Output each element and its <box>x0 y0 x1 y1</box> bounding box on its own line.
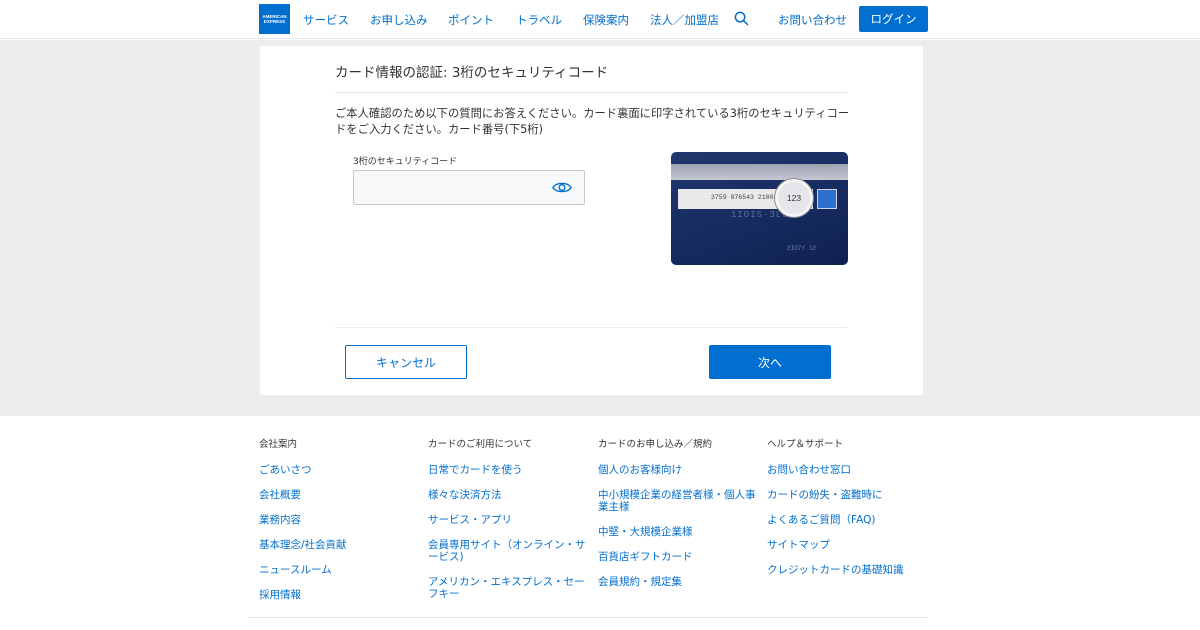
footer-heading: カードのご利用について <box>428 439 533 450</box>
nav-points[interactable]: ポイント <box>448 12 494 28</box>
site-header: AMERICAN EXPRESS サービス お申し込み ポイント トラベル 保険… <box>0 0 1200 39</box>
nav-corporate[interactable]: 法人／加盟店 <box>650 12 719 28</box>
security-code-field[interactable] <box>353 170 585 205</box>
security-code-magnifier: 123 <box>775 179 813 217</box>
footer-link[interactable]: 業務内容 <box>259 514 424 526</box>
cancel-button[interactable]: キャンセル <box>345 345 467 379</box>
nav-services[interactable]: サービス <box>303 12 349 28</box>
amex-mini-logo-icon <box>817 189 837 209</box>
footer-link[interactable]: 日常でカードを使う <box>428 464 588 476</box>
footer-link[interactable]: よくあるご質問（FAQ) <box>767 514 932 526</box>
nav-contact[interactable]: お問い合わせ <box>778 12 847 28</box>
footer-link[interactable]: 中堅・大規模企業様 <box>598 526 758 538</box>
button-divider <box>335 327 847 328</box>
footer-link[interactable]: アメリカン・エキスプレス・セーフキー <box>428 576 588 600</box>
search-icon[interactable] <box>734 11 749 26</box>
footer-column-company: 会社案内 ごあいさつ 会社概要 業務内容 基本理念/社会貢献 ニュースルーム 採… <box>259 436 424 614</box>
nav-insurance[interactable]: 保険案内 <box>583 12 629 28</box>
security-code-sample: 123 <box>786 193 802 203</box>
nav-travel[interactable]: トラベル <box>516 12 562 28</box>
footer-link[interactable]: 基本理念/社会貢献 <box>259 539 424 551</box>
card-embossed-ghost-small: ƧIO7Y ƖƧ <box>787 245 816 252</box>
amex-logo[interactable]: AMERICAN EXPRESS <box>259 4 290 34</box>
footer-link[interactable]: サイトマップ <box>767 539 932 551</box>
footer-column-help: ヘルプ＆サポート お問い合わせ窓口 カードの紛失・盗難時に よくあるご質問（FA… <box>767 436 932 589</box>
footer-link[interactable]: 様々な決済方法 <box>428 489 588 501</box>
footer-link[interactable]: クレジットカードの基礎知識 <box>767 564 932 576</box>
footer-link[interactable]: 会員専用サイト（オンライン・サービス) <box>428 539 588 563</box>
card-number-text: 3759 876543 21002 <box>711 194 778 201</box>
footer-column-apply: カードのお申し込み／規約 個人のお客様向け 中小規模企業の経営者様・個人事業主様… <box>598 436 758 601</box>
footer-link[interactable]: 採用情報 <box>259 589 424 601</box>
verification-panel: カード情報の認証: 3桁のセキュリティコード ご本人確認のため以下の質問にお答え… <box>260 46 923 395</box>
footer-divider <box>248 617 928 618</box>
footer-link[interactable]: 会員規約・規定集 <box>598 576 758 588</box>
footer-link[interactable]: 個人のお客様向け <box>598 464 758 476</box>
footer-link[interactable]: カードの紛失・盗難時に <box>767 489 932 501</box>
footer-link[interactable]: 百貨店ギフトカード <box>598 551 758 563</box>
login-button[interactable]: ログイン <box>859 6 928 32</box>
instruction-text: ご本人確認のため以下の質問にお答えください。カード裏面に印字されている3桁のセキ… <box>335 107 850 136</box>
footer-heading: 会社案内 <box>259 439 298 450</box>
page-title: カード情報の認証: 3桁のセキュリティコード <box>335 65 609 81</box>
footer-heading: ヘルプ＆サポート <box>767 439 844 450</box>
footer-link[interactable]: ごあいさつ <box>259 464 424 476</box>
title-divider <box>335 92 847 93</box>
footer-link[interactable]: ニュースルーム <box>259 564 424 576</box>
footer-link[interactable]: 会社概要 <box>259 489 424 501</box>
next-button[interactable]: 次へ <box>709 345 831 379</box>
show-password-eye-icon[interactable] <box>552 180 572 195</box>
footer-heading: カードのお申し込み／規約 <box>598 439 713 450</box>
footer-column-usage: カードのご利用について 日常でカードを使う 様々な決済方法 サービス・アプリ 会… <box>428 436 588 613</box>
magnetic-strip <box>671 164 848 180</box>
footer-link[interactable]: お問い合わせ窓口 <box>767 464 932 476</box>
security-code-label: 3桁のセキュリティコード <box>353 157 458 167</box>
nav-apply[interactable]: お申し込み <box>370 12 428 28</box>
logo-text-line2: EXPRESS <box>263 19 286 24</box>
security-code-input[interactable] <box>354 171 544 204</box>
footer-link[interactable]: 中小規模企業の経営者様・個人事業主様 <box>598 489 758 513</box>
footer-link[interactable]: サービス・アプリ <box>428 514 588 526</box>
card-back-illustration: 3759 876543 21002 1IOIS·ƎL8 ƧIO7Y ƖƧ 123 <box>671 152 848 265</box>
